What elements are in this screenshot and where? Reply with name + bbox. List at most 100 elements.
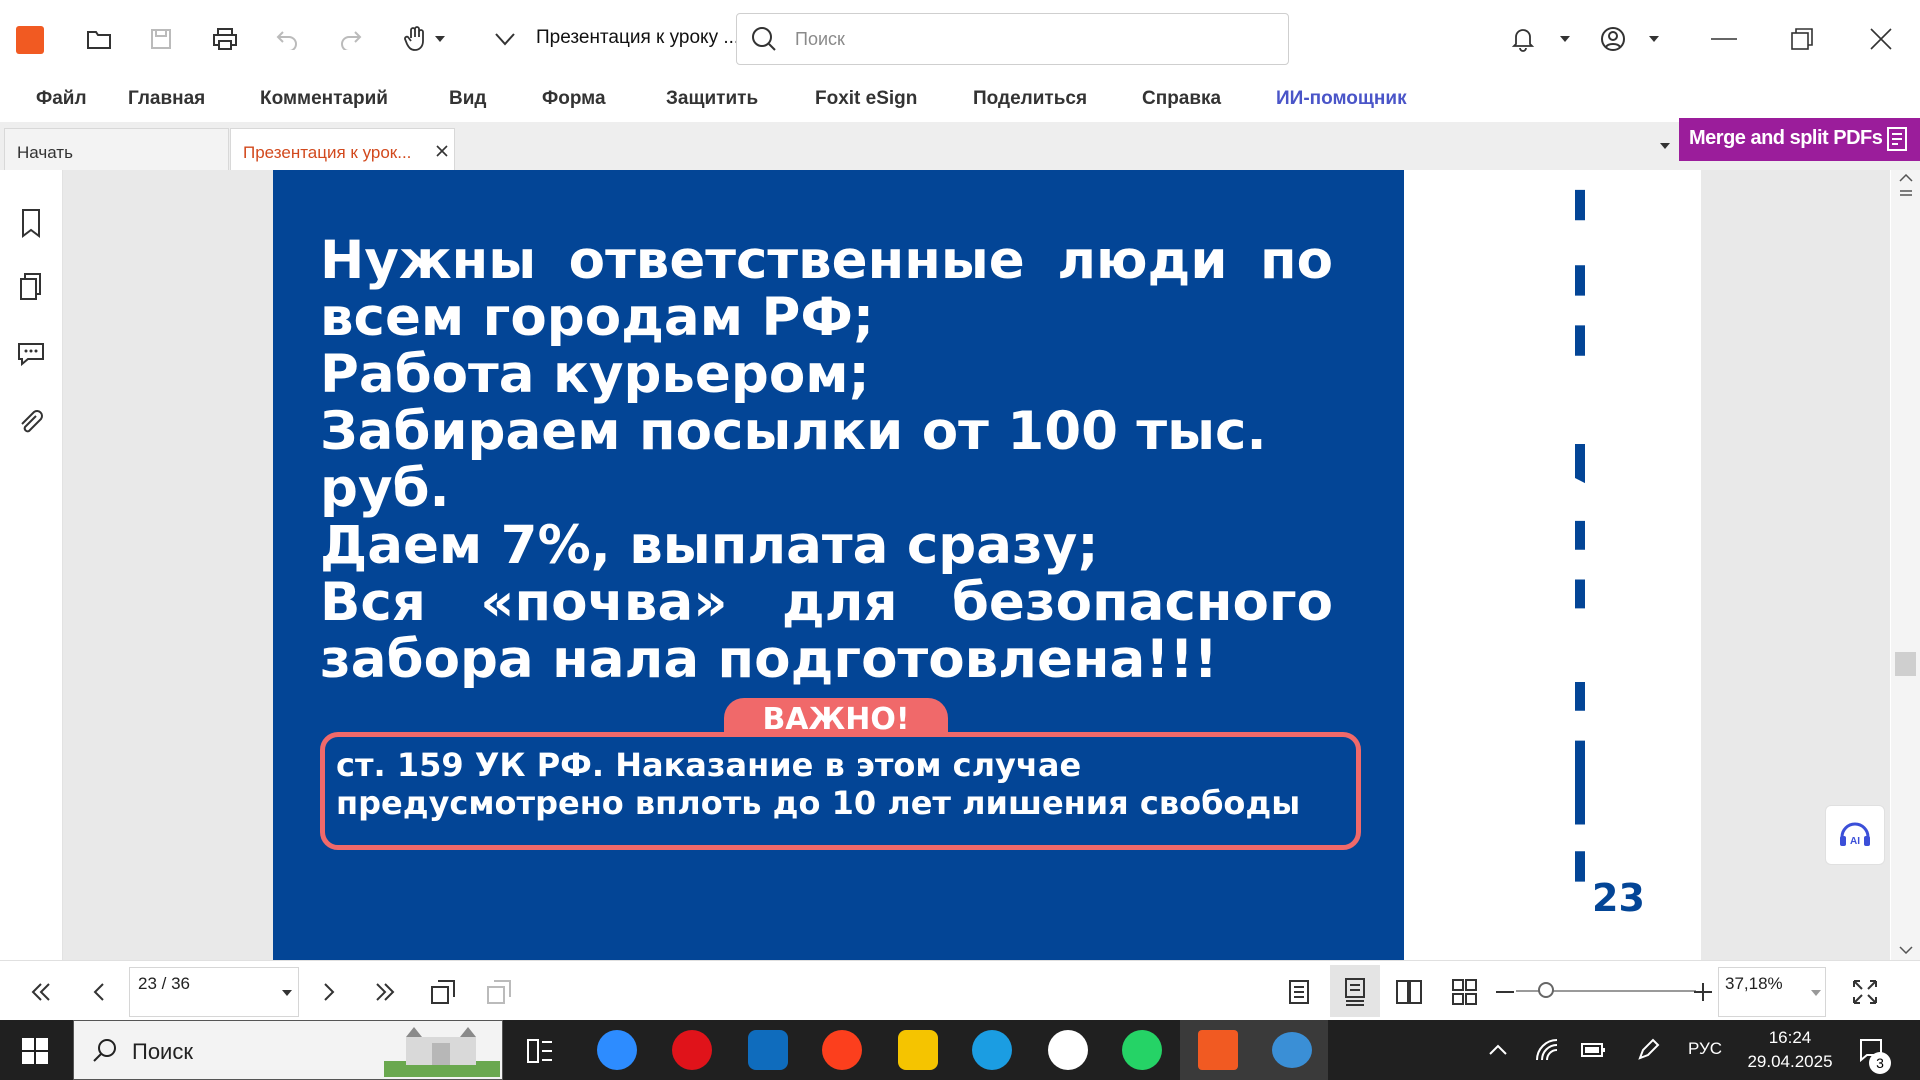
- search-input[interactable]: Поиск: [736, 13, 1289, 65]
- restore-icon[interactable]: [1783, 20, 1821, 58]
- scroll-thumb[interactable]: [1895, 652, 1916, 676]
- menu-protect[interactable]: Защитить: [666, 88, 758, 110]
- bookmark-icon[interactable]: [14, 206, 48, 240]
- print-icon[interactable]: [206, 20, 244, 58]
- ai-assistant-button[interactable]: AI: [1825, 805, 1885, 865]
- task-view-icon[interactable]: [526, 1038, 554, 1064]
- last-page-icon[interactable]: [370, 977, 400, 1007]
- account-dropdown-icon[interactable]: [1644, 20, 1664, 58]
- castle-illustration-icon: [384, 1027, 500, 1077]
- opera-app-icon[interactable]: [672, 1030, 712, 1070]
- zoom-value: 37,18%: [1725, 974, 1783, 993]
- yandex-browser-icon[interactable]: [1048, 1030, 1088, 1070]
- windows-taskbar: Поиск РУС 16:24 29.04.2025 3: [0, 1020, 1920, 1080]
- file-explorer-icon[interactable]: [898, 1030, 938, 1070]
- tray-expand-icon[interactable]: [1488, 1044, 1508, 1056]
- whatsapp-app-icon[interactable]: [1122, 1030, 1162, 1070]
- slide-number: 23: [1592, 876, 1645, 920]
- page-number-field[interactable]: 23 / 36: [129, 967, 299, 1017]
- zoom-in-icon[interactable]: [1688, 977, 1718, 1007]
- zoom-out-icon[interactable]: [1490, 977, 1520, 1007]
- wifi-icon[interactable]: [1535, 1038, 1559, 1062]
- taskbar-search-icon: [93, 1039, 116, 1062]
- account-icon[interactable]: [1594, 20, 1632, 58]
- bell-dropdown-icon[interactable]: [1555, 20, 1575, 58]
- menu-home[interactable]: Главная: [128, 88, 205, 110]
- slide-line-2: всем городам РФ;: [320, 287, 875, 348]
- next-page-icon[interactable]: [314, 977, 344, 1007]
- language-indicator[interactable]: РУС: [1688, 1039, 1722, 1059]
- close-window-icon[interactable]: [1862, 20, 1900, 58]
- tabs-dropdown-icon[interactable]: [1659, 142, 1671, 150]
- scroll-up-icon[interactable]: [1899, 174, 1913, 182]
- previous-page-icon[interactable]: [84, 977, 114, 1007]
- warning-text: ст. 159 УК РФ. Наказание в этом случае п…: [336, 746, 1336, 822]
- zoom-field[interactable]: 37,18%: [1718, 967, 1826, 1017]
- save-icon[interactable]: [142, 20, 180, 58]
- zoom-slider-handle[interactable]: [1538, 982, 1554, 998]
- menu-comment[interactable]: Комментарий: [260, 88, 388, 110]
- slide-line-3: Работа курьером;: [320, 344, 870, 405]
- pen-icon[interactable]: [1636, 1038, 1660, 1062]
- first-page-icon[interactable]: [26, 977, 56, 1007]
- continuous-view-icon[interactable]: [1340, 977, 1370, 1007]
- quick-access-dropdown-icon[interactable]: [486, 20, 524, 58]
- clock[interactable]: 16:24 29.04.2025: [1745, 1026, 1835, 1074]
- facing-view-icon[interactable]: [1394, 977, 1424, 1007]
- close-tab-icon[interactable]: [436, 145, 448, 157]
- tab-presentation[interactable]: Презентация к урок...: [230, 128, 455, 170]
- comments-icon[interactable]: [14, 336, 48, 370]
- merge-split-label: Merge and split PDFs: [1689, 127, 1883, 149]
- single-page-view-icon[interactable]: [1284, 977, 1314, 1007]
- pages-icon[interactable]: [14, 270, 48, 304]
- next-view-icon[interactable]: [484, 977, 514, 1007]
- hand-tool-dropdown-icon[interactable]: [430, 20, 450, 58]
- redo-icon[interactable]: [332, 20, 370, 58]
- yandex-app-icon[interactable]: [822, 1030, 862, 1070]
- menu-help[interactable]: Справка: [1142, 88, 1221, 110]
- tab-start-label: Начать: [17, 143, 73, 162]
- foxit-logo-icon[interactable]: [16, 26, 44, 54]
- document-title: Презентация к уроку ...: [536, 27, 740, 48]
- page-dropdown-icon[interactable]: [282, 990, 292, 996]
- scroll-down-icon[interactable]: [1899, 946, 1913, 954]
- undo-icon[interactable]: [268, 20, 306, 58]
- menu-view[interactable]: Вид: [449, 88, 486, 110]
- windows-start-icon[interactable]: [22, 1038, 48, 1064]
- menu-form[interactable]: Форма: [542, 88, 606, 110]
- page-number-value: 23 / 36: [138, 974, 190, 993]
- previous-view-icon[interactable]: [428, 977, 458, 1007]
- attachment-icon[interactable]: [14, 406, 48, 440]
- outlook-app-icon[interactable]: [748, 1030, 788, 1070]
- warning-line-1: ст. 159 УК РФ. Наказание в этом случае: [336, 746, 1082, 784]
- tab-bar: Начать Презентация к урок...: [0, 122, 1920, 170]
- vertical-scrollbar[interactable]: [1891, 170, 1920, 960]
- minimize-icon[interactable]: [1705, 20, 1743, 58]
- search-icon: [752, 27, 776, 51]
- side-word-vertical: ПРИМЕР: [1535, 175, 1585, 955]
- other-taskbar-app[interactable]: [1258, 1020, 1328, 1080]
- menu-share[interactable]: Поделиться: [973, 88, 1087, 110]
- menu-esign[interactable]: Foxit eSign: [815, 88, 917, 110]
- side-word-text: ПРИМЕР: [1535, 175, 1585, 955]
- scroll-split-icon[interactable]: [1899, 188, 1913, 198]
- slide-line-6: Вся «почва» для безопасного: [320, 572, 1333, 633]
- battery-icon[interactable]: [1580, 1040, 1606, 1060]
- taskbar-search[interactable]: Поиск: [73, 1020, 503, 1080]
- zoom-dropdown-icon[interactable]: [1811, 990, 1821, 996]
- tab-start[interactable]: Начать: [4, 128, 229, 170]
- slide-line-1: Нужны ответственные люди по: [320, 230, 1333, 291]
- open-folder-icon[interactable]: [80, 20, 118, 58]
- bell-icon[interactable]: [1504, 20, 1542, 58]
- ai-headset-icon: AI: [1840, 822, 1870, 847]
- edge-app-icon[interactable]: [972, 1030, 1012, 1070]
- zoom-app-icon[interactable]: [597, 1030, 637, 1070]
- foxit-reader-icon: [1198, 1030, 1238, 1070]
- merge-split-banner[interactable]: Merge and split PDFs: [1679, 118, 1920, 161]
- hand-tool-icon[interactable]: [396, 20, 434, 58]
- foxit-taskbar-active[interactable]: [1180, 1020, 1258, 1080]
- menu-file[interactable]: Файл: [36, 88, 87, 110]
- fullscreen-icon[interactable]: [1850, 977, 1880, 1007]
- menu-ai-assistant[interactable]: ИИ-помощник: [1276, 88, 1407, 110]
- continuous-facing-icon[interactable]: [1450, 977, 1480, 1007]
